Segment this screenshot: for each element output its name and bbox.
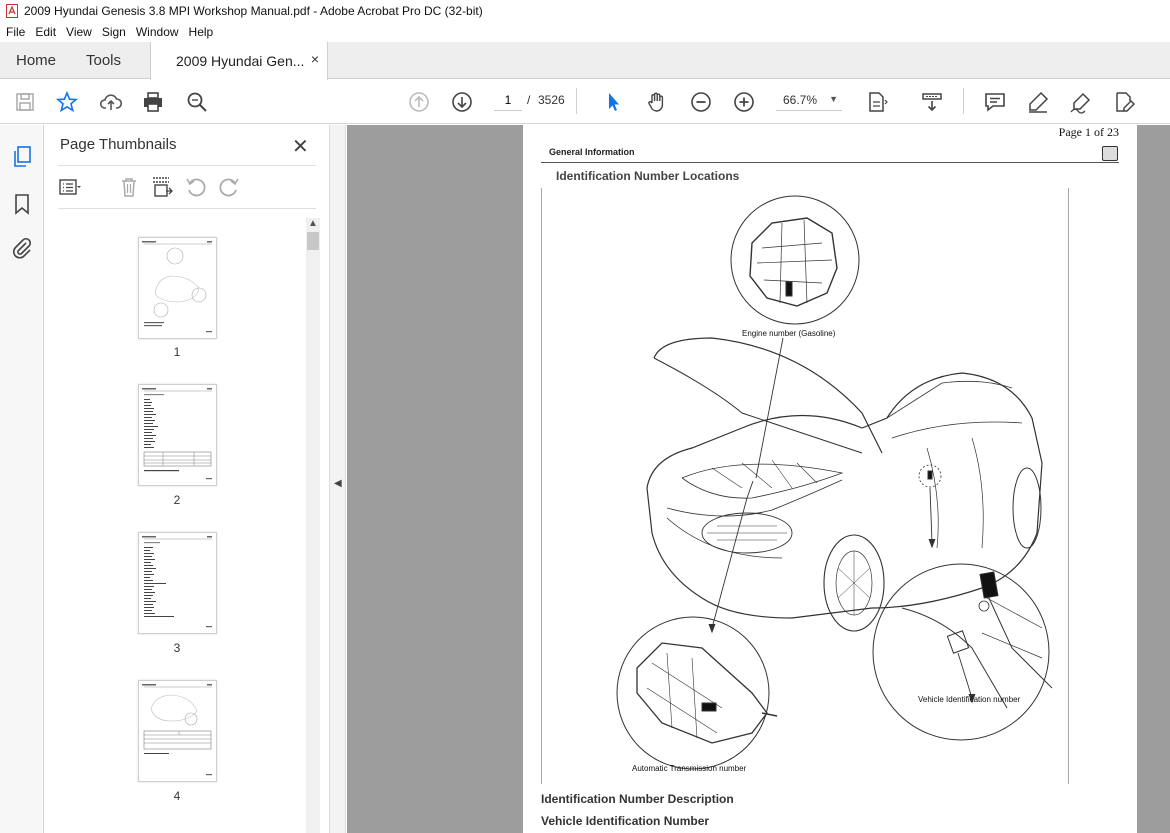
thumbnail-page-label: 2 xyxy=(173,493,181,507)
menu-help[interactable]: Help xyxy=(189,25,214,39)
tab-document-label: 2009 Hyundai Gen... xyxy=(176,53,305,69)
menu-sign[interactable]: Sign xyxy=(102,25,126,39)
identification-figure: Engine number (Gasoline) Vehicle Identif… xyxy=(541,188,1069,784)
extract-page-icon[interactable] xyxy=(149,175,173,199)
thumbnail-preview xyxy=(142,684,212,776)
thumbnail-page-2[interactable] xyxy=(138,384,217,486)
zoom-out-icon[interactable] xyxy=(688,89,714,115)
highlight-icon[interactable] xyxy=(1025,89,1051,115)
comment-icon[interactable] xyxy=(982,89,1008,115)
vin-label: Vehicle Identification number xyxy=(918,695,1021,704)
fit-page-icon[interactable] xyxy=(864,89,890,115)
engine-number-label: Engine number (Gasoline) xyxy=(742,329,836,338)
bookmark-icon[interactable] xyxy=(10,192,34,216)
document-viewport[interactable]: Page 1 of 23 General Information Identif… xyxy=(347,125,1170,833)
thumbnail-page-4[interactable] xyxy=(138,680,217,782)
window-title: 2009 Hyundai Genesis 3.8 MPI Workshop Ma… xyxy=(24,4,483,18)
toolbar-divider xyxy=(576,88,577,114)
zoom-in-icon[interactable] xyxy=(731,89,757,115)
tab-document[interactable]: 2009 Hyundai Gen... × xyxy=(150,42,328,80)
pdf-page: Page 1 of 23 General Information Identif… xyxy=(523,125,1137,833)
menu-file[interactable]: File xyxy=(6,25,25,39)
attachment-icon[interactable] xyxy=(10,236,34,260)
total-pages: 3526 xyxy=(538,93,565,107)
thumbnail-page-3[interactable] xyxy=(138,532,217,634)
menu-edit[interactable]: Edit xyxy=(35,25,56,39)
rotate-ccw-icon[interactable] xyxy=(184,175,208,199)
save-icon[interactable] xyxy=(12,89,38,115)
chevron-down-icon: ▼ xyxy=(829,94,838,104)
thumbnail-preview xyxy=(142,241,212,333)
page-separator: / xyxy=(527,93,531,107)
page-down-icon[interactable] xyxy=(449,89,475,115)
upload-icon[interactable] xyxy=(98,89,124,115)
thumbnail-page-label: 1 xyxy=(173,345,181,359)
tab-home[interactable]: Home xyxy=(16,42,56,79)
title-bar: 2009 Hyundai Genesis 3.8 MPI Workshop Ma… xyxy=(0,0,1170,22)
select-arrow-icon[interactable] xyxy=(600,89,626,115)
thumbnail-page-label: 4 xyxy=(173,789,181,803)
subheading-description: Identification Number Description xyxy=(541,792,734,806)
divider xyxy=(58,208,316,209)
edit-text-icon[interactable] xyxy=(1111,89,1137,115)
thumbnail-preview xyxy=(142,388,212,480)
tab-tools[interactable]: Tools xyxy=(86,42,121,79)
menu-view[interactable]: View xyxy=(66,25,92,39)
thumbnail-page-label: 3 xyxy=(173,641,181,655)
main-toolbar xyxy=(0,80,1170,124)
transmission-number-label: Automatic Transmission number xyxy=(632,764,747,773)
star-icon[interactable] xyxy=(54,89,80,115)
panel-collapse-handle[interactable]: ◀ xyxy=(329,125,346,833)
close-panel-icon[interactable]: ✕ xyxy=(292,134,309,159)
zoom-dropdown[interactable]: 66.7% ▼ xyxy=(776,89,842,111)
toolbar-divider xyxy=(963,88,964,114)
scroll-mode-icon[interactable] xyxy=(919,89,945,115)
delete-page-icon[interactable] xyxy=(117,175,141,199)
close-tab-icon[interactable]: × xyxy=(311,51,319,67)
header-rule xyxy=(541,162,1119,163)
thumbnails-panel: Page Thumbnails ✕ ▲ 1 2 3 4 xyxy=(45,125,329,833)
page-up-icon[interactable] xyxy=(406,89,432,115)
thumbnail-scrollbar[interactable]: ▲ xyxy=(306,218,320,833)
page-thumbnails-icon[interactable] xyxy=(10,145,34,169)
subheading-vin: Vehicle Identification Number xyxy=(541,814,710,828)
page-count-label: Page 1 of 23 xyxy=(1058,125,1119,139)
rotate-cw-icon[interactable] xyxy=(217,175,241,199)
hand-icon[interactable] xyxy=(644,89,670,115)
print-icon[interactable] xyxy=(140,89,166,115)
collapse-left-icon[interactable]: ◀ xyxy=(334,478,342,489)
menu-bar: File Edit View Sign Window Help xyxy=(0,22,1170,42)
sign-icon[interactable] xyxy=(1068,89,1094,115)
navigation-rail xyxy=(0,125,44,833)
section-header: General Information xyxy=(549,147,635,157)
thumbnail-page-1[interactable] xyxy=(138,237,217,339)
page-heading: Identification Number Locations xyxy=(556,169,740,183)
scrollbar-thumb[interactable] xyxy=(307,232,319,250)
zoom-value: 66.7% xyxy=(783,92,818,107)
document-print-icon[interactable] xyxy=(1102,146,1118,161)
divider xyxy=(58,165,316,166)
page-number-input[interactable] xyxy=(494,89,522,111)
menu-window[interactable]: Window xyxy=(136,25,179,39)
acrobat-logo-icon xyxy=(6,4,18,18)
thumbnail-options-icon[interactable] xyxy=(58,175,82,199)
thumbnail-preview xyxy=(142,536,212,628)
zoom-search-icon[interactable] xyxy=(184,89,210,115)
scroll-up-icon[interactable]: ▲ xyxy=(308,218,318,229)
panel-title: Page Thumbnails xyxy=(60,136,177,153)
tab-bar: Home Tools 2009 Hyundai Gen... × xyxy=(0,42,1170,80)
